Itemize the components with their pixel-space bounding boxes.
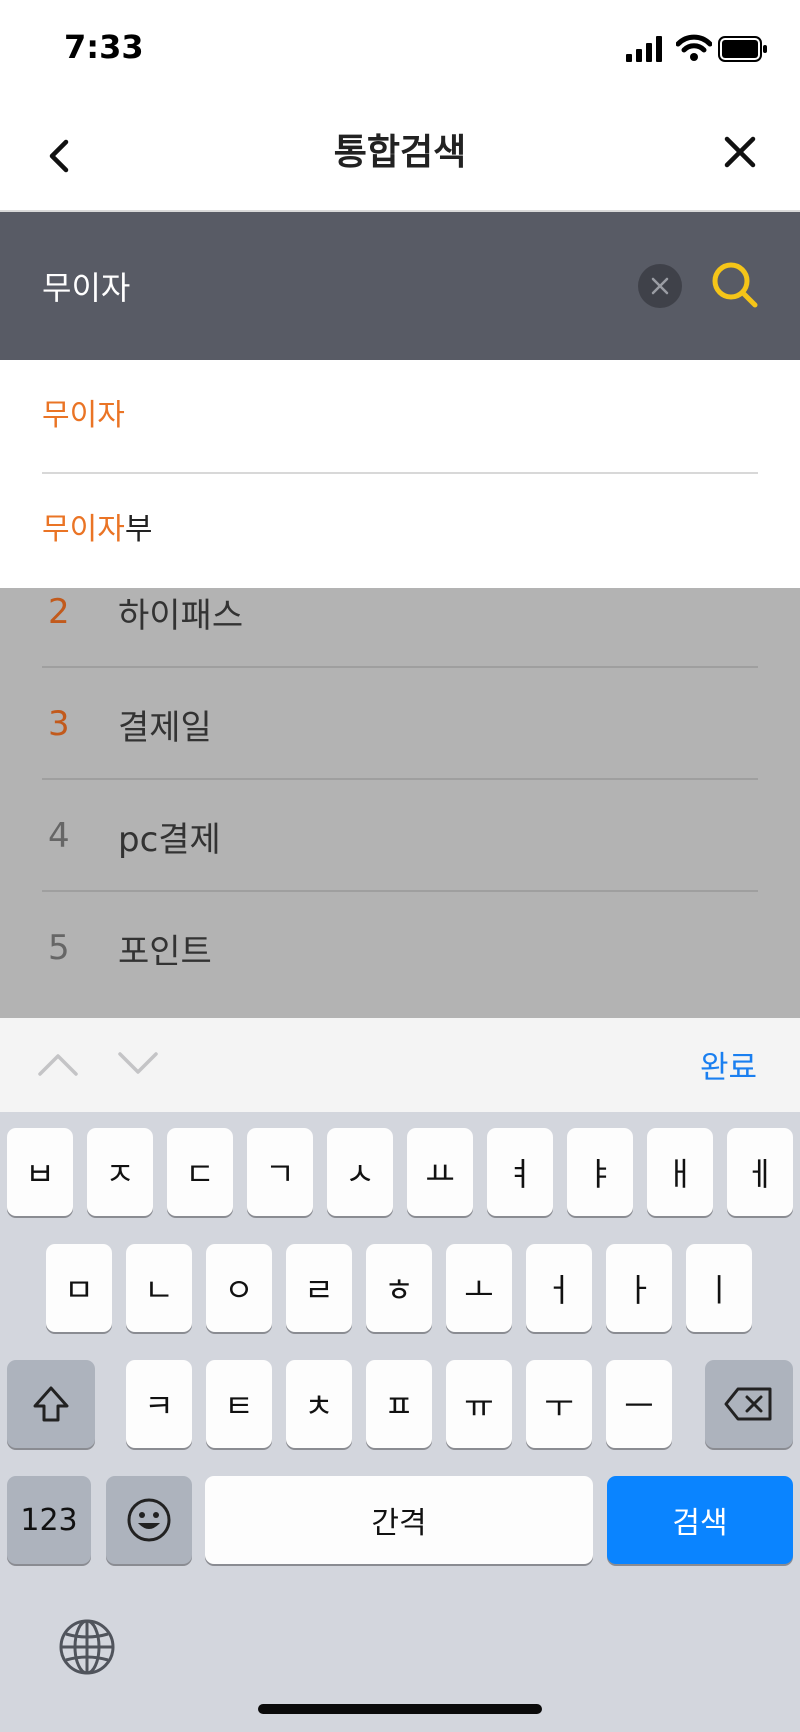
key-jieut[interactable]: ㅈ <box>87 1128 153 1216</box>
key-siot[interactable]: ㅅ <box>327 1128 393 1216</box>
shift-icon <box>33 1386 69 1422</box>
key-giyeok[interactable]: ㄱ <box>247 1128 313 1216</box>
suggestion-match: 무이자 <box>42 398 125 433</box>
search-button[interactable] <box>710 260 760 310</box>
globe-icon[interactable] <box>58 1618 116 1676</box>
page-title: 통합검색 <box>333 132 467 173</box>
rank-term: 결제일 <box>118 708 212 748</box>
list-item[interactable]: 2 하이패스 <box>42 556 758 668</box>
key-yeo[interactable]: ㅕ <box>487 1128 553 1216</box>
signal-icon <box>626 36 662 62</box>
rank-number: 3 <box>48 704 70 744</box>
chevron-up-icon[interactable] <box>36 1046 80 1082</box>
list-item[interactable]: 4 pc결제 <box>42 780 758 892</box>
suggestion-match: 무이자 <box>42 512 125 547</box>
key-yo[interactable]: ㅛ <box>407 1128 473 1216</box>
clear-icon <box>651 277 669 295</box>
emoji-icon <box>127 1498 171 1542</box>
suggestion-rest: 부 <box>124 512 153 547</box>
key-chieut[interactable]: ㅊ <box>286 1360 352 1448</box>
numbers-key[interactable]: 123 <box>7 1476 91 1564</box>
key-kieuk[interactable]: ㅋ <box>126 1360 192 1448</box>
rank-number: 2 <box>48 592 70 632</box>
key-a[interactable]: ㅏ <box>606 1244 672 1332</box>
close-button[interactable] <box>722 134 758 170</box>
shift-key[interactable] <box>7 1360 95 1448</box>
rank-term: 포인트 <box>118 932 212 972</box>
keyboard-accessory-bar: 완료 <box>0 1018 800 1112</box>
nav-bar: 통합검색 <box>0 96 800 212</box>
key-ae[interactable]: ㅐ <box>647 1128 713 1216</box>
clear-button[interactable] <box>638 264 682 308</box>
key-digeut[interactable]: ㄷ <box>167 1128 233 1216</box>
home-indicator <box>258 1704 542 1714</box>
delete-icon <box>724 1387 772 1421</box>
suggestion-list: 무이자 무이자부 <box>0 360 800 588</box>
battery-icon <box>718 36 767 62</box>
rank-number: 4 <box>48 816 70 856</box>
delete-key[interactable] <box>705 1360 793 1448</box>
key-mieum[interactable]: ㅁ <box>46 1244 112 1332</box>
rank-number: 5 <box>48 928 70 968</box>
keyboard: ㅂ ㅈ ㄷ ㄱ ㅅ ㅛ ㅕ ㅑ ㅐ ㅔ ㅁ ㄴ ㅇ ㄹ ㅎ ㅗ ㅓ ㅏ ㅣ ㅋ … <box>0 1112 800 1732</box>
done-button[interactable]: 완료 <box>700 1042 757 1087</box>
chevron-down-icon[interactable] <box>116 1046 160 1082</box>
key-eo[interactable]: ㅓ <box>526 1244 592 1332</box>
search-bar <box>0 212 800 360</box>
rank-term: pc결제 <box>118 820 221 860</box>
key-ieung[interactable]: ㅇ <box>206 1244 272 1332</box>
key-pieup[interactable]: ㅍ <box>366 1360 432 1448</box>
key-nieun[interactable]: ㄴ <box>126 1244 192 1332</box>
key-i[interactable]: ㅣ <box>686 1244 752 1332</box>
wifi-icon <box>676 34 712 61</box>
popular-search-list: 2 하이패스 3 결제일 4 pc결제 5 포인트 <box>0 588 800 1018</box>
key-rieul[interactable]: ㄹ <box>286 1244 352 1332</box>
back-button[interactable] <box>40 136 80 176</box>
search-input[interactable] <box>42 256 602 316</box>
suggestion-item[interactable]: 무이자 <box>42 360 758 472</box>
key-ya[interactable]: ㅑ <box>567 1128 633 1216</box>
list-item[interactable]: 3 결제일 <box>42 668 758 780</box>
rank-term: 하이패스 <box>118 596 244 636</box>
key-u[interactable]: ㅜ <box>526 1360 592 1448</box>
status-time: 7:33 <box>64 28 144 66</box>
emoji-key[interactable] <box>106 1476 192 1564</box>
key-o[interactable]: ㅗ <box>446 1244 512 1332</box>
key-e[interactable]: ㅔ <box>727 1128 793 1216</box>
key-bieup[interactable]: ㅂ <box>7 1128 73 1216</box>
key-eu[interactable]: ㅡ <box>606 1360 672 1448</box>
search-key[interactable]: 검색 <box>607 1476 793 1564</box>
key-hieut[interactable]: ㅎ <box>366 1244 432 1332</box>
key-tieut[interactable]: ㅌ <box>206 1360 272 1448</box>
key-yu[interactable]: ㅠ <box>446 1360 512 1448</box>
list-item[interactable]: 5 포인트 <box>42 892 758 1004</box>
space-key[interactable]: 간격 <box>205 1476 593 1564</box>
